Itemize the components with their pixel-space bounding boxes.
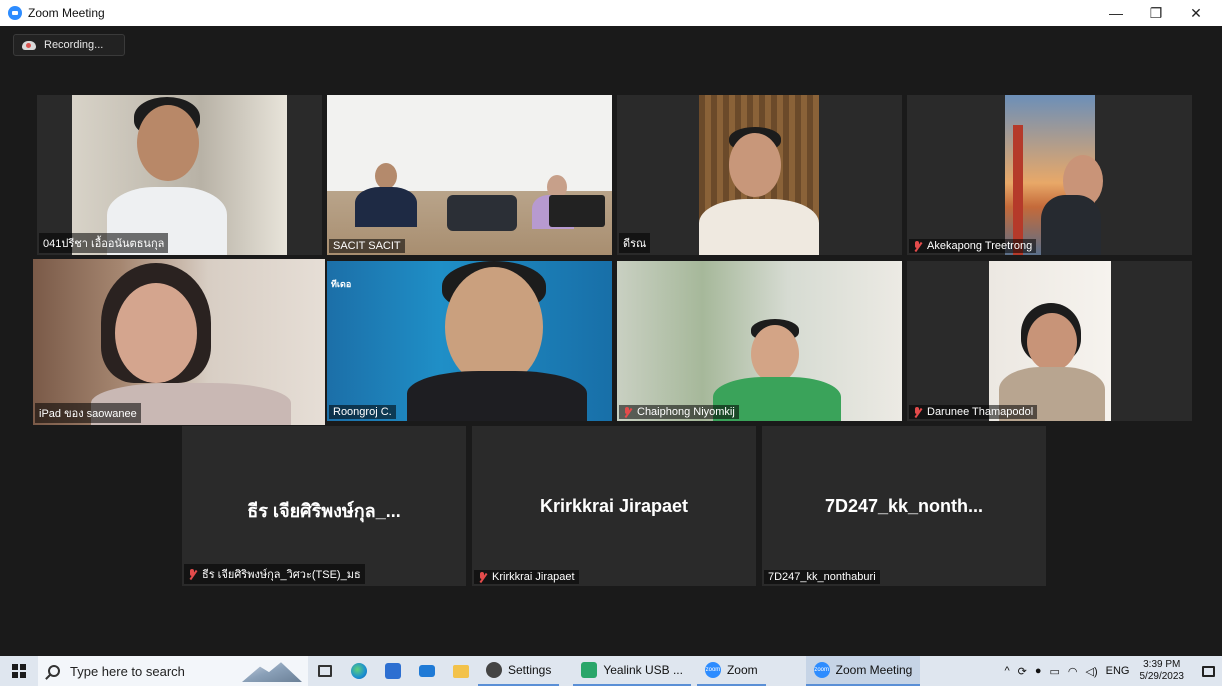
video-tile-active-speaker[interactable]: iPad ของ saowanee [33,259,325,425]
recording-label: Recording... [44,39,104,51]
muted-mic-icon [478,571,487,583]
taskbar-app-yealink[interactable]: Yealink USB ... [573,656,691,686]
participant-video [72,95,287,255]
participant-video [327,261,612,421]
participant-name: Darunee Thamapodol [927,406,1034,418]
no-video-tile[interactable]: ธีร เจียศิริพงษ์กุล_... ธีร เจียศิริพงษ์… [182,426,466,586]
taskbar-search-box[interactable]: Type here to search [38,656,308,686]
taskbar: Type here to search Settings Yealink USB… [0,656,1222,686]
participant-name-tag: Darunee Thamapodol [909,405,1038,419]
muted-mic-icon [188,568,197,580]
volume-icon[interactable]: ◁) [1086,665,1098,678]
edge-icon[interactable] [342,656,376,686]
cloud-record-icon [22,40,36,50]
sync-icon[interactable]: ⟳ [1018,665,1027,678]
participant-video [699,95,819,255]
participant-video [989,261,1111,421]
video-tile[interactable]: Chaiphong Niyomkij [617,261,902,421]
overlay-logo: ทีเดอ [331,279,352,289]
participant-name-tag: 7D247_kk_nonthaburi [764,570,880,584]
window-controls: — ❐ ✕ [1096,0,1216,26]
muted-mic-icon [913,406,922,418]
task-view-icon[interactable] [308,656,342,686]
taskbar-app-label: Settings [508,663,552,677]
muted-mic-icon [913,240,922,252]
microphone-icon[interactable]: ● [1035,665,1042,677]
gear-icon [486,662,502,678]
participant-name: Krirkkrai Jirapaet [492,571,575,583]
no-video-tile[interactable]: 7D247_kk_nonth... 7D247_kk_nonthaburi [762,426,1046,586]
restore-button[interactable]: ❐ [1136,0,1176,26]
muted-mic-icon [623,406,632,418]
battery-icon[interactable]: ▭ [1050,665,1060,678]
clock-date: 5/29/2023 [1139,671,1185,682]
taskbar-app-label: Zoom [726,663,758,677]
video-tile[interactable]: SACIT SACIT [327,95,612,255]
video-tile[interactable]: ดีรณ [617,95,902,255]
participant-name-tag: ดีรณ [619,233,651,253]
zoom-icon: zoom [813,662,830,678]
participant-name-tag: Krirkkrai Jirapaet [474,570,579,584]
file-explorer-icon[interactable] [444,656,478,686]
participant-name-tag: Roongroj C. [329,405,396,419]
system-tray: ^ ⟳ ● ▭ ◠ ◁) ENG 3:39 PM 5/29/2023 [1000,656,1222,686]
participant-display-name: Krirkkrai Jirapaet [539,496,689,516]
recording-indicator[interactable]: Recording... [13,34,125,56]
wifi-icon[interactable]: ◠ [1068,665,1078,678]
taskbar-app-zoom-meeting[interactable]: zoom Zoom Meeting [805,656,921,686]
taskbar-app-settings[interactable]: Settings [478,656,560,686]
participant-video [327,95,612,255]
minimize-button[interactable]: — [1096,0,1136,26]
participant-name: Akekapong Treetrong [927,240,1033,252]
windows-logo-icon [12,664,26,678]
participant-name: ธีร เจียศิริพงษ์กุล_วิศวะ(TSE)_มธ [202,569,361,581]
participant-name-tag: Akekapong Treetrong [909,239,1037,253]
search-placeholder: Type here to search [70,663,185,679]
participant-name: ดีรณ [623,238,647,250]
video-tile[interactable]: Darunee Thamapodol [907,261,1192,421]
participant-display-name: ธีร เจียศิริพงษ์กุล_... [247,501,401,521]
no-video-tile[interactable]: Krirkkrai Jirapaet Krirkkrai Jirapaet [472,426,756,586]
video-tile[interactable]: Akekapong Treetrong [907,95,1192,255]
mail-icon[interactable] [410,656,444,686]
close-button[interactable]: ✕ [1176,0,1216,26]
clock[interactable]: 3:39 PM 5/29/2023 [1140,659,1185,683]
participant-name: Chaiphong Niyomkij [637,406,735,418]
participant-video [1005,95,1103,255]
start-button[interactable] [0,656,38,686]
window-title: Zoom Meeting [28,6,105,20]
participant-name-tag: Chaiphong Niyomkij [619,405,739,419]
video-tile[interactable]: 041ปรีชา เอื้ออนันตธนกุล [37,95,322,255]
participant-name-tag: iPad ของ saowanee [35,403,141,423]
participant-video [33,259,325,425]
meeting-area: Recording... 041ปรีชา เอื้ออนันตธนกุล SA… [0,26,1222,656]
participant-name: 041ปรีชา เอื้ออนันตธนกุล [43,238,165,250]
search-icon [48,665,60,677]
participant-name-tag: SACIT SACIT [329,239,405,253]
zoom-app-icon [8,6,22,20]
notification-icon[interactable] [1194,656,1222,686]
title-bar: Zoom Meeting — ❐ ✕ [0,0,1222,26]
participant-name-tag: ธีร เจียศิริพงษ์กุล_วิศวะ(TSE)_มธ [184,564,365,584]
clock-time: 3:39 PM [1143,659,1181,670]
participant-display-name: 7D247_kk_nonth... [824,496,984,516]
participant-name: Roongroj C. [333,406,392,418]
participant-video [617,261,902,421]
video-tile[interactable]: ทีเดอ Roongroj C. [327,261,612,421]
participant-name: SACIT SACIT [333,240,401,252]
participant-name: 7D247_kk_nonthaburi [768,571,876,583]
language-indicator[interactable]: ENG [1106,665,1130,677]
taskbar-app-label: Yealink USB ... [603,663,683,677]
participant-name: iPad ของ saowanee [39,408,137,420]
taskbar-app-label: Zoom Meeting [835,663,913,677]
participant-name-tag: 041ปรีชา เอื้ออนันตธนกุล [39,233,169,253]
taskbar-app-zoom[interactable]: zoom Zoom [696,656,766,686]
zoom-icon: zoom [704,662,721,678]
search-highlight-image [242,662,302,682]
chevron-up-icon[interactable]: ^ [1004,665,1009,677]
yealink-icon [581,662,598,678]
store-icon[interactable] [376,656,410,686]
